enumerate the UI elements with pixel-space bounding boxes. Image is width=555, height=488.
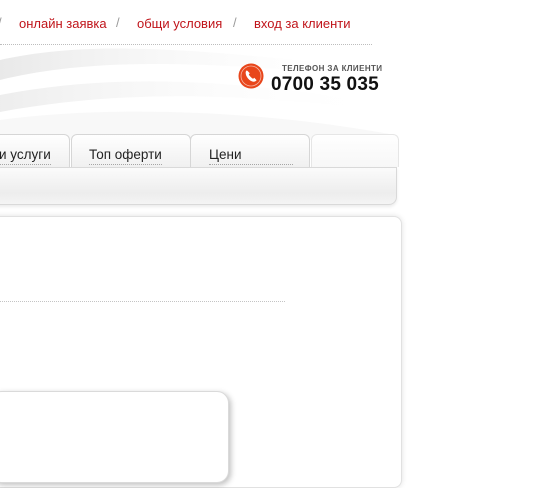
content-divider	[0, 301, 285, 302]
nav-link-online-application[interactable]: онлайн заявка	[19, 16, 107, 31]
tab-label: и услуги	[0, 147, 51, 165]
tab-empty[interactable]	[311, 134, 399, 167]
phone-number: 0700 35 035	[271, 74, 379, 95]
top-nav-divider	[0, 44, 372, 45]
nav-link-general-terms[interactable]: общи условия	[137, 16, 222, 31]
nav-link-client-login[interactable]: вход за клиенти	[254, 16, 351, 31]
nav-separator: /	[233, 15, 237, 30]
top-navigation: / онлайн заявка / общи условия / вход за…	[0, 14, 380, 34]
content-inner-box	[0, 391, 229, 483]
nav-separator: /	[0, 15, 2, 30]
phone-icon	[238, 63, 264, 89]
tab-label: Цени	[209, 147, 293, 165]
tab-prices[interactable]: Цени	[190, 134, 310, 167]
nav-separator: /	[116, 15, 120, 30]
tab-top-offers[interactable]: Топ оферти	[71, 134, 191, 167]
phone-label: ТЕЛЕФОН ЗА КЛИЕНТИ	[282, 64, 383, 73]
tab-label: Топ оферти	[89, 147, 162, 165]
tab-subnavigation-bar	[0, 167, 397, 205]
tab-services[interactable]: и услуги	[0, 134, 70, 167]
